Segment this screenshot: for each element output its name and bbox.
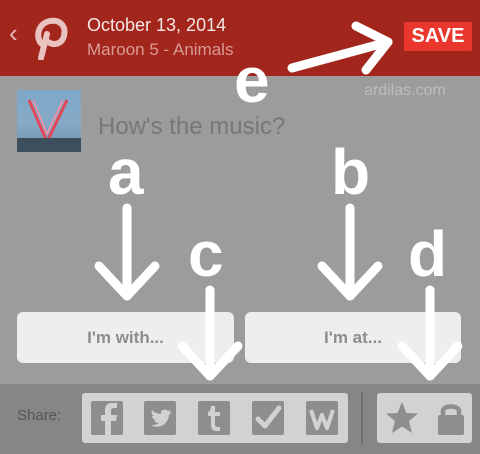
share-divider: [361, 392, 363, 444]
watermark: ardilas.com: [364, 82, 446, 99]
twitter-icon[interactable]: [142, 399, 178, 437]
checkin-date: October 13, 2014: [87, 15, 227, 35]
back-chevron-icon[interactable]: ‹: [9, 20, 18, 46]
annotation-label: b: [331, 136, 371, 208]
star-icon[interactable]: [384, 399, 420, 437]
annotation-label: d: [408, 218, 448, 290]
im-at-button[interactable]: I'm at...: [245, 312, 461, 363]
album-cover-icon: [17, 99, 81, 152]
annotation-label: e: [234, 44, 270, 116]
annotation-label: c: [188, 218, 224, 290]
wordpress-icon[interactable]: [304, 399, 340, 437]
checkmark-icon[interactable]: [250, 399, 286, 437]
tumblr-icon[interactable]: [196, 399, 232, 437]
share-label: Share:: [17, 407, 62, 424]
lock-icon[interactable]: [433, 399, 469, 437]
track-subtitle: Maroon 5 - Animals: [87, 40, 234, 59]
pinterest-logo-icon[interactable]: [28, 14, 70, 60]
facebook-icon[interactable]: [89, 399, 125, 437]
annotation-label: a: [108, 136, 144, 208]
album-art: [17, 90, 81, 152]
save-button[interactable]: SAVE: [404, 22, 472, 51]
im-with-button[interactable]: I'm with...: [17, 312, 234, 363]
